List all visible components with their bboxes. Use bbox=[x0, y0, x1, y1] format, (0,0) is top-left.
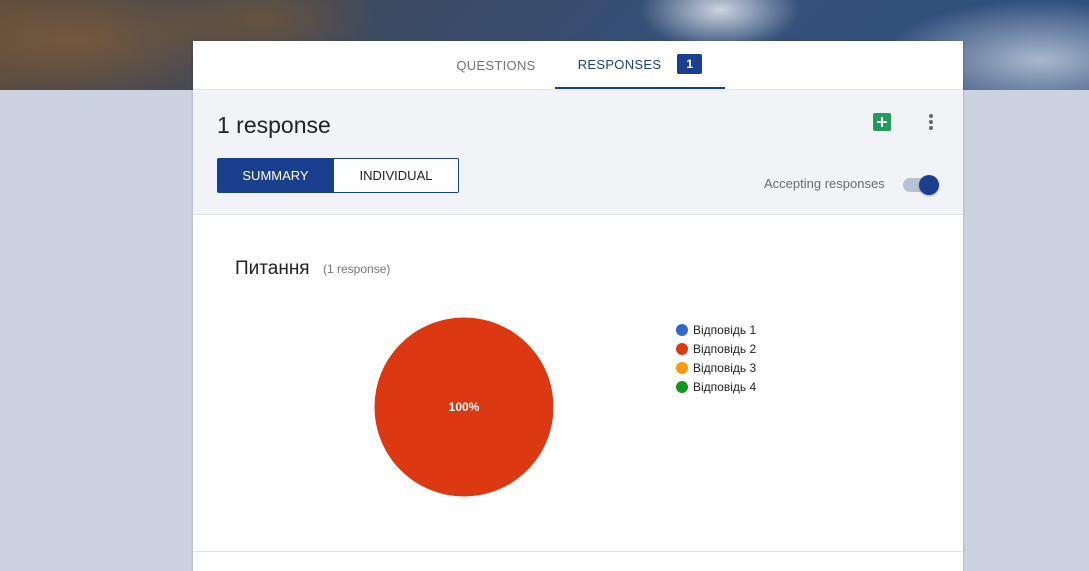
more-dot bbox=[929, 114, 933, 118]
more-dot bbox=[929, 126, 933, 130]
tab-bar: QUESTIONS RESPONSES 1 bbox=[193, 41, 963, 90]
legend-label: Відповідь 4 bbox=[693, 379, 757, 394]
legend-label: Відповідь 1 bbox=[693, 322, 757, 337]
legend-swatch bbox=[676, 342, 688, 355]
legend-item: Відповідь 4 bbox=[676, 377, 756, 396]
legend-label: Відповідь 2 bbox=[693, 341, 757, 356]
pie-slice-label: 100% bbox=[449, 400, 480, 414]
question-title: Питання bbox=[235, 258, 310, 279]
responses-header: 1 response SUMMARY INDIVIDUAL Accepting … bbox=[193, 90, 963, 215]
pie-chart: 100% bbox=[374, 317, 554, 497]
tab-questions-label: QUESTIONS bbox=[456, 57, 536, 73]
more-vert-icon[interactable] bbox=[923, 112, 939, 132]
chart-legend: Відповідь 1 Відповідь 2 Відповідь 3 Відпові… bbox=[676, 320, 756, 396]
legend-swatch bbox=[676, 380, 688, 393]
individual-button[interactable]: INDIVIDUAL bbox=[334, 158, 459, 193]
tab-responses-label: RESPONSES bbox=[577, 56, 662, 72]
accepting-responses-toggle[interactable] bbox=[901, 173, 941, 195]
tab-responses[interactable]: RESPONSES 1 bbox=[555, 41, 725, 89]
toggle-knob bbox=[919, 175, 939, 195]
question-response-count: (1 response) bbox=[323, 262, 391, 276]
responses-count-badge: 1 bbox=[677, 54, 703, 74]
sheets-icon[interactable] bbox=[873, 113, 891, 131]
view-toggle: SUMMARY INDIVIDUAL bbox=[217, 158, 459, 193]
summary-button[interactable]: SUMMARY bbox=[217, 158, 334, 193]
more-dot bbox=[929, 120, 933, 124]
question-summary: Питання (1 response) 100% Відповідь 1 Від… bbox=[193, 216, 963, 552]
legend-swatch bbox=[676, 361, 688, 374]
legend-label: Відповідь 3 bbox=[693, 360, 757, 375]
legend-item: Відповідь 1 bbox=[676, 320, 756, 339]
accepting-responses-label: Accepting responses bbox=[764, 176, 885, 191]
legend-item: Відповідь 3 bbox=[676, 358, 756, 377]
legend-swatch bbox=[676, 323, 688, 336]
tab-questions[interactable]: QUESTIONS bbox=[441, 41, 551, 89]
form-card: QUESTIONS RESPONSES 1 1 response SUMMARY… bbox=[193, 41, 963, 571]
legend-item: Відповідь 2 bbox=[676, 339, 756, 358]
response-count-title: 1 response bbox=[217, 112, 331, 138]
